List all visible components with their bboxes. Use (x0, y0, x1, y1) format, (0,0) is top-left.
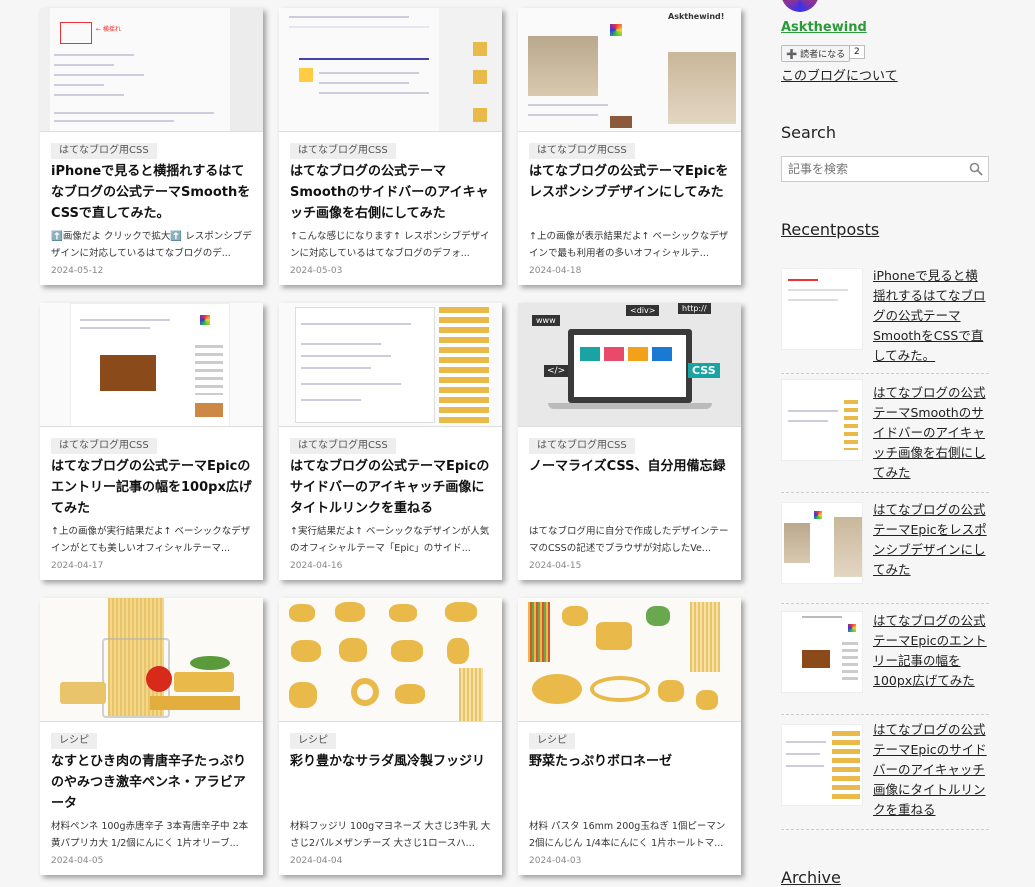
thumbnail-label: http:// (678, 303, 711, 314)
thumbnail-label: CSS (688, 363, 720, 378)
article-thumbnail[interactable]: www <div> http:// </> CSS (518, 303, 741, 427)
article-title[interactable]: iPhoneで見ると横揺れするはてなブログの公式テーマSmoothをCSSで直し… (51, 161, 255, 224)
category-tag[interactable]: レシピ (529, 733, 575, 749)
article-thumbnail[interactable] (279, 8, 502, 132)
recent-post-thumbnail[interactable] (781, 379, 863, 461)
article-thumbnail[interactable] (518, 598, 741, 722)
thumbnail-label: www (532, 315, 560, 326)
recent-post-item[interactable]: iPhoneで見ると横揺れするはてなブログの公式テーマSmoothをCSSで直し… (781, 258, 989, 374)
category-tag[interactable]: はてなブログ用CSS (51, 143, 157, 159)
recent-post-item[interactable]: はてなブログの公式テーマEpicのエントリー記事の幅を100px広げてみた (781, 605, 989, 715)
article-date: 2024-04-03 (529, 856, 582, 866)
about-blog-link[interactable]: このブログについて (781, 65, 898, 84)
subscribe-button[interactable]: ➕ 読者になる (781, 45, 851, 62)
article-excerpt: ↑こんな感じになります↑ レスポンシブデザインに対応しているはてなブログのデフォ… (290, 231, 490, 259)
article-title[interactable]: はてなブログの公式テーマEpicをレスポンシブデザインにしてみた (529, 161, 733, 203)
article-excerpt: はてなブログ用に自分で作成したデザインテーマのCSSの記述でブラウザが対応したV… (529, 526, 729, 554)
recent-post-title[interactable]: はてなブログの公式テーマSmoothのサイドバーのアイキャッチ画像を右側にしてみ… (873, 383, 989, 483)
recent-post-thumbnail[interactable] (781, 724, 863, 806)
article-date: 2024-05-03 (290, 266, 343, 276)
category-tag[interactable]: レシピ (51, 733, 97, 749)
article-date: 2024-05-12 (51, 266, 104, 276)
article-excerpt: ⬆️画像だよ クリックで拡大⬆️ レスポンシブデザインに対応しているはてなブログ… (51, 231, 252, 259)
category-tag[interactable]: はてなブログ用CSS (529, 438, 635, 454)
article-card[interactable]: Askthewind! はてなブログ用CSS はてなブログの公式テーマEpicを… (518, 8, 741, 285)
article-excerpt: 材料ペンネ 100g赤唐辛子 3本青唐辛子中 2本黄パプリカ大 1/2個にんにく… (51, 821, 249, 849)
article-thumbnail[interactable] (40, 303, 263, 427)
recent-post-item[interactable]: はてなブログの公式テーマSmoothのサイドバーのアイキャッチ画像を右側にしてみ… (781, 375, 989, 493)
article-date: 2024-04-18 (529, 266, 582, 276)
article-title[interactable]: はてなブログの公式テーマEpicのエントリー記事の幅を100px広げてみた (51, 456, 255, 519)
article-title[interactable]: ノーマライズCSS、自分用備忘録 (529, 456, 733, 477)
recent-post-title[interactable]: iPhoneで見ると横揺れするはてなブログの公式テーマSmoothをCSSで直し… (873, 266, 989, 366)
article-card[interactable]: はてなブログ用CSS はてなブログの公式テーマSmoothのサイドバーのアイキャ… (279, 8, 502, 285)
subscriber-count: 2 (849, 45, 865, 59)
article-title[interactable]: 彩り豊かなサラダ風冷製フッジリ (290, 751, 494, 772)
article-thumbnail[interactable]: ← 横揺れ (40, 8, 263, 132)
search-icon[interactable] (969, 162, 983, 176)
article-thumbnail[interactable] (279, 303, 502, 427)
recent-posts-heading[interactable]: Recentposts (781, 220, 879, 239)
recent-post-title[interactable]: はてなブログの公式テーマEpicをレスポンシブデザインにしてみた (873, 500, 989, 580)
article-card[interactable]: ← 横揺れ はてなブログ用CSS iPhoneで見ると横揺れするはてなブログの公… (40, 8, 263, 285)
article-title[interactable]: なすとひき肉の青唐辛子たっぷりのやみつき激辛ペンネ・アラビアータ (51, 751, 255, 814)
article-title[interactable]: 野菜たっぷりボロネーゼ (529, 751, 733, 772)
recent-post-thumbnail[interactable] (781, 611, 863, 693)
search-heading: Search (781, 123, 836, 142)
search-input[interactable] (782, 157, 957, 181)
search-box (781, 156, 989, 182)
thumbnail-brand-text: Askthewind! (668, 12, 725, 21)
category-tag[interactable]: レシピ (290, 733, 336, 749)
category-tag[interactable]: はてなブログ用CSS (51, 438, 157, 454)
article-title[interactable]: はてなブログの公式テーマEpicのサイドバーのアイキャッチ画像にタイトルリンクを… (290, 456, 494, 519)
article-excerpt: ↑実行結果だよ↑ ベーシックなデザインが人気のオフィシャルテーマ「Epic」のサ… (290, 526, 490, 554)
article-card[interactable]: はてなブログ用CSS はてなブログの公式テーマEpicのサイドバーのアイキャッチ… (279, 303, 502, 580)
article-thumbnail[interactable] (279, 598, 502, 722)
article-card[interactable]: はてなブログ用CSS はてなブログの公式テーマEpicのエントリー記事の幅を10… (40, 303, 263, 580)
article-card[interactable]: www <div> http:// </> CSS はてなブログ用CSS ノーマ… (518, 303, 741, 580)
article-date: 2024-04-15 (529, 561, 582, 571)
article-card[interactable]: レシピ 彩り豊かなサラダ風冷製フッジリ 材料フッジリ 100gマヨネーズ 大さじ… (279, 598, 502, 875)
article-card[interactable]: レシピ なすとひき肉の青唐辛子たっぷりのやみつき激辛ペンネ・アラビアータ 材料ペ… (40, 598, 263, 875)
article-title[interactable]: はてなブログの公式テーマSmoothのサイドバーのアイキャッチ画像を右側にしてみ… (290, 161, 494, 224)
article-date: 2024-04-05 (51, 856, 104, 866)
avatar[interactable] (781, 0, 819, 12)
article-date: 2024-04-16 (290, 561, 343, 571)
article-card[interactable]: レシピ 野菜たっぷりボロネーゼ 材料 パスタ 16mm 200g玉ねぎ 1個ピー… (518, 598, 741, 875)
article-excerpt: ↑上の画像が実行結果だよ↑ ベーシックなデザインがとても美しいオフィシャルテーマ… (51, 526, 251, 554)
thumbnail-label: </> (544, 365, 569, 377)
article-excerpt: 材料 パスタ 16mm 200g玉ねぎ 1個ピーマン 2個にんじん 1/4本にん… (529, 821, 726, 849)
article-thumbnail[interactable] (40, 598, 263, 722)
category-tag[interactable]: はてなブログ用CSS (290, 438, 396, 454)
recent-post-item[interactable]: はてなブログの公式テーマEpicをレスポンシブデザインにしてみた (781, 494, 989, 604)
recent-post-thumbnail[interactable] (781, 268, 863, 350)
category-tag[interactable]: はてなブログ用CSS (529, 143, 635, 159)
recent-post-title[interactable]: はてなブログの公式テーマEpicのサイドバーのアイキャッチ画像にタイトルリンクを… (873, 720, 989, 820)
recent-post-title[interactable]: はてなブログの公式テーマEpicのエントリー記事の幅を100px広げてみた (873, 611, 989, 691)
article-thumbnail[interactable]: Askthewind! (518, 8, 741, 132)
recent-post-item[interactable]: はてなブログの公式テーマEpicのサイドバーのアイキャッチ画像にタイトルリンクを… (781, 716, 989, 830)
recent-post-thumbnail[interactable] (781, 502, 863, 584)
thumbnail-label: <div> (626, 305, 660, 316)
archive-heading[interactable]: Archive (781, 868, 841, 887)
profile-username[interactable]: Askthewind (781, 20, 867, 35)
article-excerpt: 材料フッジリ 100gマヨネーズ 大さじ3牛乳 大さじ2パルメザンチーズ 大さじ… (290, 821, 491, 849)
article-date: 2024-04-04 (290, 856, 343, 866)
article-date: 2024-04-17 (51, 561, 104, 571)
article-excerpt: ↑上の画像が表示結果だよ↑ ベーシックなデザインで最も利用者の多いオフィシャルテ… (529, 231, 729, 259)
category-tag[interactable]: はてなブログ用CSS (290, 143, 396, 159)
